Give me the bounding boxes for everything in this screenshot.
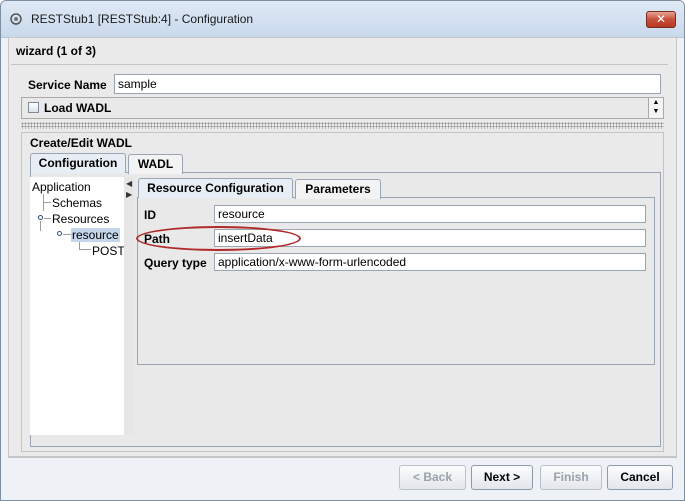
load-wadl-label: Load WADL <box>44 101 112 115</box>
resource-tree: Application Schemas Resources resource P… <box>30 177 125 435</box>
tab-configuration[interactable]: Configuration <box>30 153 126 173</box>
tab-parameters[interactable]: Parameters <box>295 179 381 199</box>
header-separator <box>11 64 668 65</box>
query-type-label: Query type <box>144 256 207 270</box>
path-highlight-annotation <box>136 226 301 251</box>
window-title: RESTStub1 [RESTStub:4] - Configuration <box>31 12 254 26</box>
tree-item-schemas[interactable]: Schemas <box>52 196 102 210</box>
next-button[interactable]: Next > <box>471 465 533 490</box>
configuration-window: RESTStub1 [RESTStub:4] - Configuration ✕… <box>0 0 685 501</box>
expand-right-icon[interactable]: ▶ <box>126 190 132 199</box>
tree-connector <box>44 218 51 219</box>
query-type-input[interactable]: application/x-www-form-urlencoded <box>214 253 646 271</box>
spinner-arrows-icon[interactable]: ▲ ▼ <box>648 98 663 118</box>
expand-handle-icon[interactable] <box>57 231 62 236</box>
close-icon: ✕ <box>655 12 667 26</box>
id-input[interactable]: resource <box>214 205 646 223</box>
footer-separator <box>8 457 677 458</box>
tree-item-post[interactable]: POST <box>92 244 124 258</box>
load-wadl-checkbox[interactable] <box>28 102 39 113</box>
tree-connector <box>43 202 51 203</box>
service-name-input[interactable] <box>114 74 661 94</box>
resize-grip[interactable] <box>21 122 664 129</box>
back-button[interactable]: < Back <box>399 465 466 490</box>
load-wadl-bar: Load WADL ▲ ▼ <box>21 97 664 119</box>
close-button[interactable]: ✕ <box>646 11 676 28</box>
app-icon <box>10 13 22 25</box>
expand-handle-icon[interactable] <box>38 215 43 220</box>
group-title: Create/Edit WADL <box>30 136 133 150</box>
wizard-step-label: wizard (1 of 3) <box>16 44 97 58</box>
tree-item-resources[interactable]: Resources <box>52 212 109 226</box>
id-label: ID <box>144 208 156 222</box>
cancel-button[interactable]: Cancel <box>607 465 673 490</box>
tree-splitter[interactable]: ◀ ▶ <box>124 177 134 435</box>
service-name-label: Service Name <box>28 78 107 92</box>
finish-button[interactable]: Finish <box>540 465 602 490</box>
tree-connector <box>63 234 71 235</box>
collapse-left-icon[interactable]: ◀ <box>126 179 132 188</box>
tree-connector <box>40 221 41 231</box>
tab-wadl[interactable]: WADL <box>128 154 183 174</box>
tree-connector <box>43 203 44 211</box>
title-bar: RESTStub1 [RESTStub:4] - Configuration ✕ <box>1 1 684 38</box>
tab-resource-configuration[interactable]: Resource Configuration <box>138 178 293 198</box>
tree-item-resource[interactable]: resource <box>71 228 120 242</box>
tree-connector <box>79 249 91 250</box>
tree-item-application[interactable]: Application <box>32 180 91 194</box>
